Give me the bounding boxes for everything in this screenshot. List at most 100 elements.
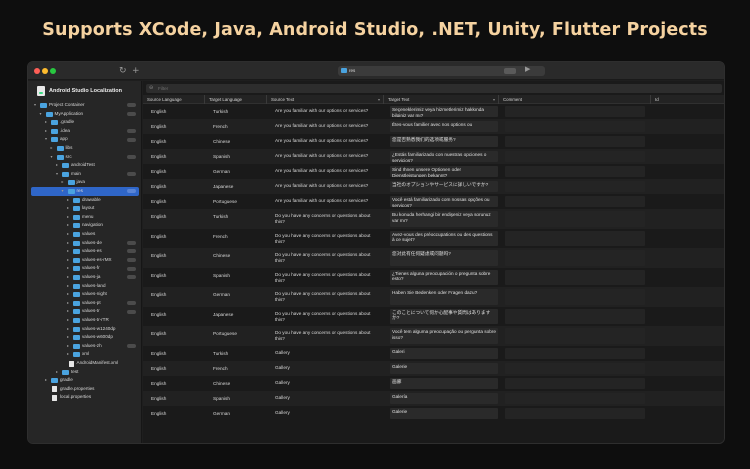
sidebar-item[interactable]: ▸ values <box>31 230 139 239</box>
add-icon[interactable]: + <box>132 65 140 77</box>
path-field[interactable]: res <box>338 66 545 76</box>
chevron-right-icon[interactable]: ▸ <box>67 316 69 325</box>
sidebar-item[interactable]: AndroidManifest.xml <box>31 359 139 368</box>
column-header[interactable]: Target Text ▾ <box>384 95 499 104</box>
comment-field[interactable] <box>505 377 645 389</box>
chevron-right-icon[interactable]: ▸ <box>67 273 69 282</box>
comment-field[interactable] <box>505 121 645 132</box>
target-text-field[interactable]: Galerie <box>390 407 498 419</box>
table-row[interactable]: English Turkish Do you have any concerns o… <box>143 209 724 229</box>
target-text-field[interactable]: Avez-vous des préoccupations ou des ques… <box>390 230 498 246</box>
sidebar-item[interactable]: ▸ .gradle <box>31 118 139 127</box>
chevron-right-icon[interactable]: ▸ <box>67 247 69 256</box>
chevron-right-icon[interactable]: ▸ <box>45 127 47 136</box>
minimize-window-button[interactable] <box>42 68 48 74</box>
comment-field[interactable] <box>505 347 645 359</box>
table-row[interactable]: English Spanish Are you familiar with our … <box>143 149 724 164</box>
sidebar-item[interactable]: ▸ java <box>31 178 139 187</box>
sidebar-item[interactable]: ▸ values-es-rMX <box>31 256 139 265</box>
sidebar-item[interactable]: ▸ values-es <box>31 247 139 256</box>
target-text-field[interactable]: ¿Estás familiarizado con nuestras opcion… <box>390 151 498 162</box>
chevron-right-icon[interactable]: ▸ <box>67 290 69 299</box>
close-window-button[interactable] <box>34 68 40 74</box>
target-text-field[interactable]: Haben Sie Bedenken oder Fragen dazu? <box>390 289 498 305</box>
column-header[interactable]: Source Language <box>143 95 205 104</box>
chevron-down-icon[interactable]: ▾ <box>62 187 64 196</box>
target-text-field[interactable]: 您对此有任何疑虑或问题吗? <box>390 250 498 266</box>
chevron-right-icon[interactable]: ▸ <box>56 161 58 170</box>
sidebar-item[interactable]: ▸ values-tr <box>31 307 139 316</box>
column-header[interactable]: Target Language <box>205 95 267 104</box>
table-row[interactable]: English Chinese Do you have any concerns o… <box>143 248 724 268</box>
comment-field[interactable] <box>505 328 645 344</box>
comment-field[interactable] <box>505 136 645 147</box>
comment-field[interactable] <box>505 196 645 207</box>
chevron-right-icon[interactable]: ▸ <box>67 333 69 342</box>
target-text-field[interactable]: 您是否熟悉我们的选项或服务? <box>390 136 498 147</box>
sidebar-item[interactable]: gradle.properties <box>31 385 139 394</box>
sidebar-item[interactable]: ▾ app <box>31 135 139 144</box>
filter-bar[interactable]: ⊖ Filter <box>146 84 722 93</box>
sidebar-item[interactable]: ▾ MyApplication <box>31 110 139 119</box>
chevron-right-icon[interactable]: ▸ <box>67 299 69 308</box>
sidebar-item[interactable]: ▸ xml <box>31 350 139 359</box>
comment-field[interactable] <box>505 166 645 177</box>
target-text-field[interactable]: Galerie <box>390 362 498 374</box>
sidebar-item[interactable]: ▸ layout <box>31 204 139 213</box>
comment-field[interactable] <box>505 392 645 404</box>
chevron-down-icon[interactable]: ▾ <box>493 95 495 104</box>
sidebar-item[interactable]: ▸ values-ja <box>31 273 139 282</box>
comment-field[interactable] <box>505 211 645 227</box>
target-text-field[interactable]: Seçeneklerimiz veya hizmetlerimiz hakkın… <box>390 106 498 117</box>
chevron-right-icon[interactable]: ▸ <box>56 368 58 377</box>
column-header[interactable]: Source Text ▾ <box>267 95 384 104</box>
target-text-field[interactable]: Êtes-vous familier avec nos options ou <box>390 121 498 132</box>
sidebar-item[interactable]: ▸ drawable <box>31 196 139 205</box>
comment-field[interactable] <box>505 269 645 285</box>
table-row[interactable]: English French Gallery Galerie <box>143 360 724 376</box>
target-text-field[interactable]: Galería <box>390 392 498 404</box>
chevron-down-icon[interactable]: ▾ <box>40 110 42 119</box>
refresh-icon[interactable]: ↻ <box>119 65 127 77</box>
sidebar-item[interactable]: ▸ values-w1240dp <box>31 325 139 334</box>
table-row[interactable]: English Japanese Do you have any concerns … <box>143 307 724 327</box>
sidebar-item[interactable]: ▸ values-land <box>31 282 139 291</box>
chevron-right-icon[interactable]: ▸ <box>51 144 53 153</box>
chevron-right-icon[interactable]: ▸ <box>67 213 69 222</box>
target-text-field[interactable]: 当社のオプションやサービスに詳しいですか? <box>390 181 498 192</box>
sidebar-item[interactable]: ▸ gradle <box>31 376 139 385</box>
chevron-down-icon[interactable]: ▾ <box>34 101 36 110</box>
chevron-right-icon[interactable]: ▸ <box>67 256 69 265</box>
sidebar-item[interactable]: ▸ values-pt <box>31 299 139 308</box>
sidebar-item[interactable]: local.properties <box>31 393 139 402</box>
table-row[interactable]: English German Are you familiar with our o… <box>143 164 724 179</box>
target-text-field[interactable]: Você está familiarizado com nossas opçõe… <box>390 196 498 207</box>
comment-field[interactable] <box>505 151 645 162</box>
chevron-right-icon[interactable]: ▸ <box>67 282 69 291</box>
target-text-field[interactable]: 画廊 <box>390 377 498 389</box>
sidebar-item[interactable]: ▾ src <box>31 153 139 162</box>
table-row[interactable]: English German Gallery Galerie <box>143 406 724 421</box>
comment-field[interactable] <box>505 230 645 246</box>
comment-field[interactable] <box>505 308 645 324</box>
table-row[interactable]: English Chinese Are you familiar with our … <box>143 134 724 149</box>
chevron-down-icon[interactable]: ▾ <box>378 95 380 104</box>
target-text-field[interactable]: Galeri <box>390 347 498 359</box>
target-text-field[interactable]: Sind Ihnen unsere Optionen oder Dienstle… <box>390 166 498 177</box>
chevron-down-icon[interactable]: ▾ <box>56 170 58 179</box>
comment-field[interactable] <box>505 407 645 419</box>
chevron-right-icon[interactable]: ▸ <box>45 376 47 385</box>
target-text-field[interactable]: このことについて何か心配事や質問はありますか? <box>390 308 498 324</box>
comment-field[interactable] <box>505 289 645 305</box>
sidebar-item[interactable]: ▸ values-night <box>31 290 139 299</box>
sidebar-item[interactable]: ▸ test <box>31 368 139 377</box>
sidebar-item[interactable]: ▸ .idea <box>31 127 139 136</box>
chevron-right-icon[interactable]: ▸ <box>67 325 69 334</box>
chevron-down-icon[interactable]: ▾ <box>51 153 53 162</box>
table-row[interactable]: English French Are you familiar with our o… <box>143 119 724 134</box>
sidebar-item[interactable]: ▾ Project Container <box>31 101 139 110</box>
table-row[interactable]: English Turkish Gallery Galeri <box>143 346 724 361</box>
table-row[interactable]: English Japanese Are you familiar with our… <box>143 179 724 194</box>
table-row[interactable]: English German Do you have any concerns or… <box>143 287 724 307</box>
comment-field[interactable] <box>505 362 645 374</box>
